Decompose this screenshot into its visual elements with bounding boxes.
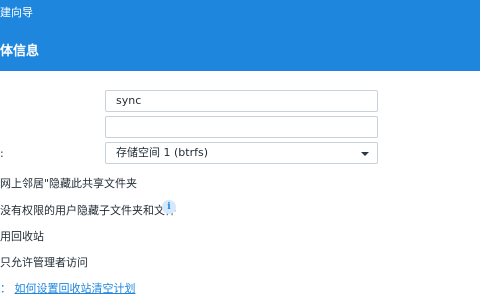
recycle-schedule-prefix: ： (0, 282, 11, 295)
hide-in-network-option[interactable]: 网上邻居"隐藏此共享文件夹 (0, 175, 137, 191)
recycle-schedule-link[interactable]: 如何设置回收站清空计划 (15, 282, 136, 295)
admin-only-option[interactable]: 只允许管理者访问 (0, 254, 88, 270)
recycle-schedule-row: ： 如何设置回收站清空计划 (0, 280, 136, 296)
section-title: 体信息 (0, 44, 40, 59)
wizard-title: 建向导 (0, 6, 33, 19)
location-select[interactable]: 存储空间 1 (btrfs) (105, 142, 378, 164)
name-input[interactable]: sync (105, 90, 378, 112)
enable-recycle-bin-option[interactable]: 用回收站 (0, 228, 44, 244)
hide-unauthorized-option[interactable]: 没有权限的用户隐藏子文件夹和文件 (0, 202, 176, 218)
location-label: : (0, 147, 4, 160)
chevron-down-icon[interactable] (361, 152, 369, 156)
description-input[interactable] (105, 116, 378, 138)
location-select-value: 存储空间 1 (btrfs) (116, 146, 208, 159)
info-icon[interactable]: i (162, 200, 176, 214)
wizard-header: 建向导 体信息 (0, 0, 480, 71)
